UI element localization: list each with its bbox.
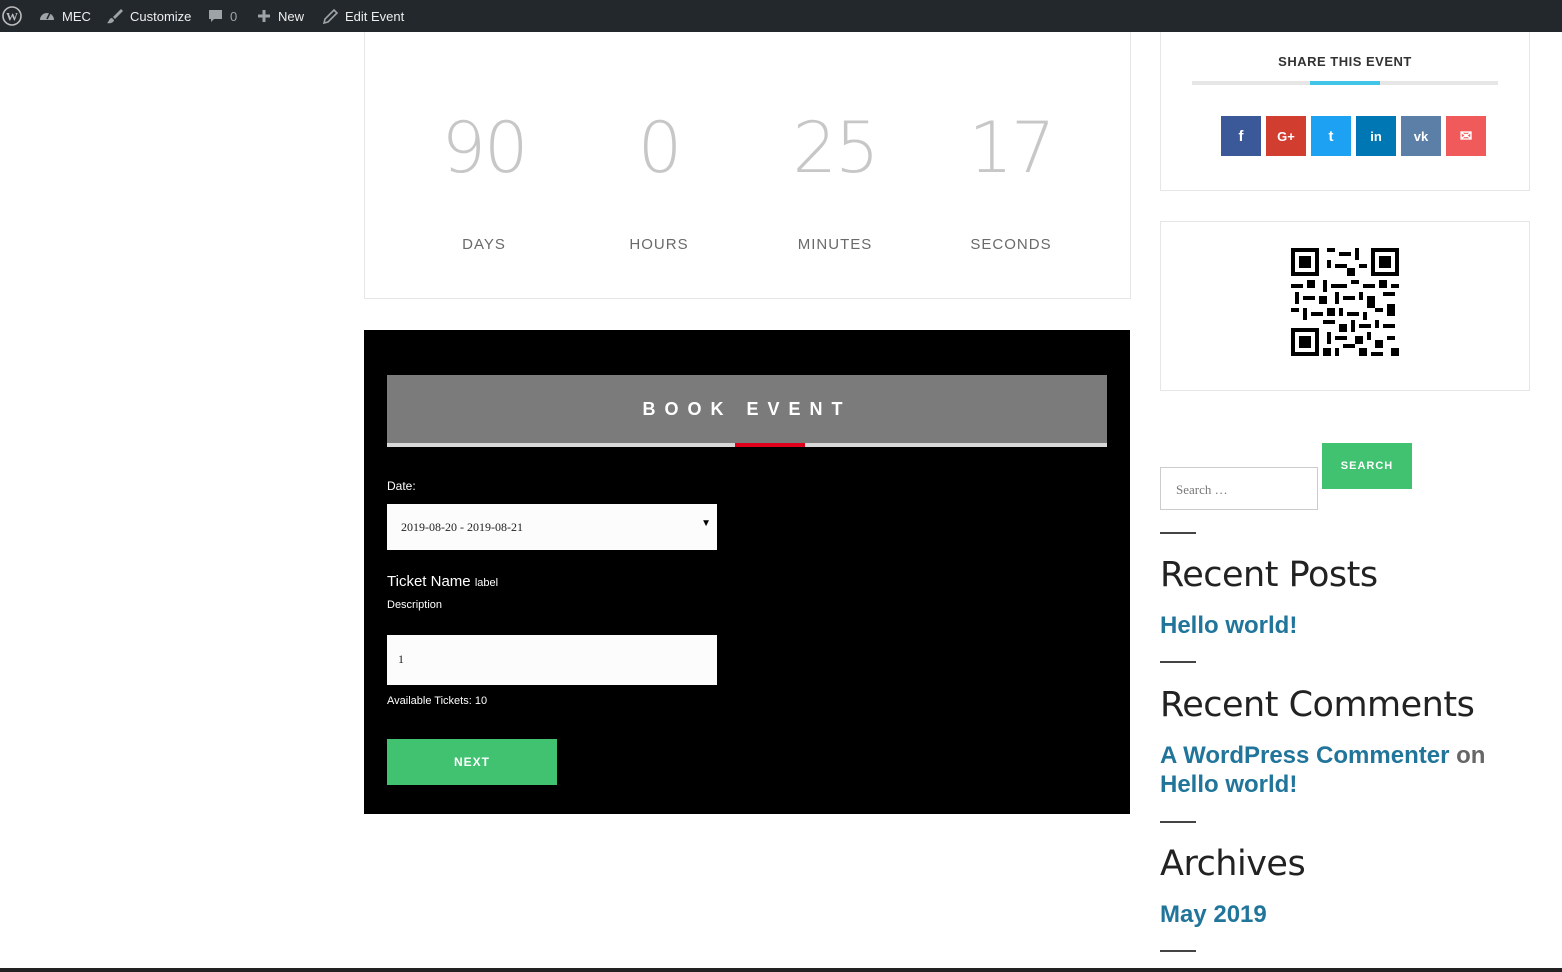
countdown-seconds-label: SECONDS — [970, 236, 1052, 253]
search-placeholder: Search … — [1176, 482, 1228, 497]
customize-label: Customize — [130, 8, 192, 24]
brush-icon — [106, 7, 124, 25]
available-tickets: Available Tickets: 10 — [387, 695, 488, 707]
countdown-minutes-label: MINUTES — [797, 236, 873, 253]
countdown-hours-value: 0 — [637, 107, 683, 189]
plus-icon — [256, 8, 272, 24]
edit-event-menu-item[interactable]: Edit Event — [322, 0, 404, 32]
facebook-icon[interactable]: f — [1221, 116, 1261, 156]
ticket-label-badge: label — [474, 577, 499, 589]
recent-comments-title: Recent Comments — [1160, 685, 1475, 725]
widget-separator — [1160, 950, 1196, 952]
vk-icon[interactable]: vk — [1401, 116, 1441, 156]
share-divider — [1192, 81, 1498, 85]
comment-author-link[interactable]: A WordPress Commenter — [1160, 742, 1449, 769]
search-button[interactable]: SEARCH — [1322, 443, 1412, 489]
countdown-seconds-value: 17 — [968, 107, 1055, 189]
linkedin-icon[interactable]: in — [1356, 116, 1396, 156]
dropdown-arrow-icon: ▼ — [701, 518, 711, 529]
date-label: Date: — [387, 479, 416, 493]
recent-posts-title: Recent Posts — [1160, 555, 1378, 595]
countdown-minutes-value: 25 — [792, 107, 879, 189]
email-icon[interactable]: ✉ — [1446, 116, 1486, 156]
countdown-widget: 90 DAYS 0 HOURS 25 MINUTES 17 SECONDS — [364, 32, 1131, 299]
countdown-hours-label: HOURS — [629, 236, 689, 253]
widget-separator — [1160, 821, 1196, 823]
ticket-quantity-input[interactable]: 1 — [387, 635, 717, 685]
customize-menu-item[interactable]: Customize — [106, 0, 191, 32]
dashboard-icon — [38, 7, 56, 25]
share-divider-accent — [1310, 81, 1380, 85]
comment-on-text: on — [1456, 742, 1486, 769]
date-select-value: 2019-08-20 - 2019-08-21 — [401, 520, 523, 534]
ticket-name-text: Ticket Name — [387, 573, 471, 590]
twitter-icon[interactable]: t — [1311, 116, 1351, 156]
ticket-name: Ticket Name label — [387, 573, 498, 590]
archive-link[interactable]: May 2019 — [1160, 901, 1267, 929]
comment-post-link[interactable]: Hello world! — [1160, 771, 1297, 799]
booking-divider — [387, 443, 1107, 447]
date-select[interactable]: 2019-08-20 - 2019-08-21 ▼ — [387, 504, 717, 550]
recent-comment: A WordPress Commenter on — [1160, 742, 1485, 770]
qr-code-icon — [1291, 248, 1399, 356]
comment-icon — [207, 8, 224, 25]
booking-header: BOOK EVENT — [387, 375, 1107, 443]
site-name: MEC — [62, 8, 91, 24]
booking-form: BOOK EVENT Date: 2019-08-20 - 2019-08-21… — [364, 330, 1130, 814]
search-input[interactable]: Search … — [1160, 467, 1318, 510]
countdown-days-value: 90 — [441, 107, 528, 189]
share-widget: SHARE THIS EVENT f G+ t in vk ✉ — [1160, 32, 1530, 191]
booking-divider-accent — [735, 443, 805, 447]
svg-text:W: W — [6, 10, 18, 24]
site-menu-item[interactable]: MEC — [38, 0, 91, 32]
ticket-description: Description — [387, 599, 443, 611]
countdown-days-label: DAYS — [462, 236, 506, 253]
share-icons: f G+ t in vk ✉ — [1221, 116, 1486, 156]
qr-widget — [1160, 221, 1530, 391]
archives-title: Archives — [1160, 844, 1306, 884]
edit-event-label: Edit Event — [345, 8, 405, 24]
wordpress-logo-icon[interactable]: W — [2, 0, 22, 32]
booking-title: BOOK EVENT — [642, 399, 852, 419]
bottom-bar — [0, 968, 1562, 972]
widget-separator — [1160, 532, 1196, 534]
widget-separator — [1160, 661, 1196, 663]
new-menu-item[interactable]: New — [256, 0, 304, 32]
admin-bar: W MEC Customize 0 New Edit Event — [0, 0, 1562, 32]
comments-count: 0 — [230, 8, 238, 24]
share-title: SHARE THIS EVENT — [1278, 54, 1412, 69]
next-button[interactable]: NEXT — [387, 739, 557, 785]
pencil-icon — [322, 8, 339, 25]
google-plus-icon[interactable]: G+ — [1266, 116, 1306, 156]
new-label: New — [278, 8, 305, 24]
ticket-quantity-value: 1 — [398, 652, 404, 666]
recent-post-link[interactable]: Hello world! — [1160, 612, 1297, 640]
comments-menu-item[interactable]: 0 — [207, 0, 237, 32]
